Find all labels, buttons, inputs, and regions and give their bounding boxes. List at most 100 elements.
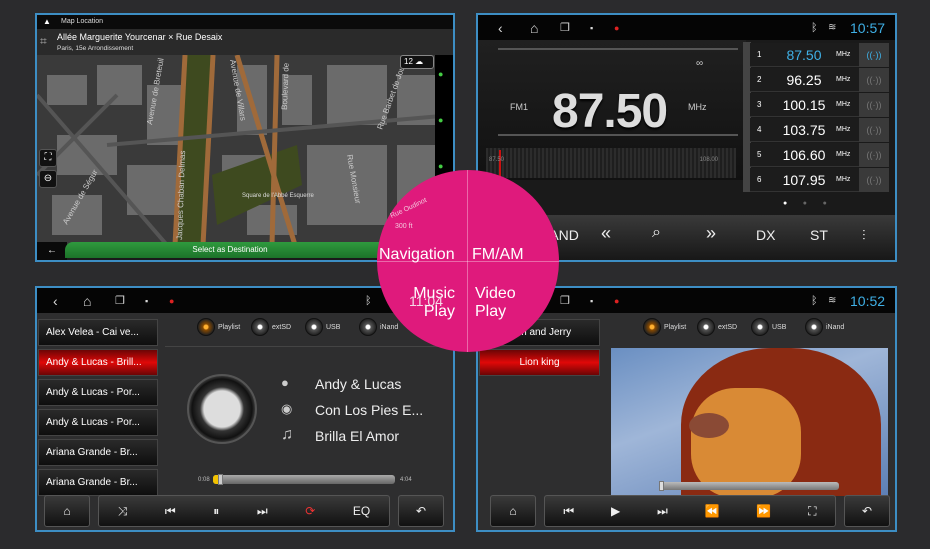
status-bar: ‹ ⌂ ❐ ▪ ● ᛒ ≋ 10:57	[478, 15, 895, 40]
next-icon[interactable]: ⏭	[657, 504, 668, 519]
source-tab[interactable]: extSD	[251, 318, 291, 336]
preset-number: 3	[757, 100, 762, 109]
back-icon[interactable]: ‹	[498, 20, 503, 36]
radio-button-icon[interactable]	[751, 318, 769, 336]
playlist-item[interactable]: Andy & Lucas - Brill...	[38, 349, 158, 376]
play-icon[interactable]: ▶	[611, 504, 620, 518]
radio-button-icon[interactable]	[251, 318, 269, 336]
preset-row[interactable]: 1 87.50 MHz ((·))	[750, 43, 889, 67]
recent-apps-icon[interactable]: ❐	[560, 294, 570, 307]
signal-icon[interactable]: ((·))	[859, 168, 889, 192]
frequency-display: 87.50 FM1 MHz ∞ 87.50 108.00	[478, 40, 746, 180]
home-icon[interactable]: ⌂	[530, 20, 538, 36]
tuning-scale[interactable]: 87.50 108.00	[486, 148, 736, 178]
radio-button-icon[interactable]	[197, 318, 215, 336]
signal-icon[interactable]: ((·))	[859, 68, 889, 92]
poi-restaurant-icon[interactable]: ●	[438, 69, 443, 79]
next-icon[interactable]: ⏭	[257, 504, 268, 519]
artist-icon: ●	[281, 375, 289, 390]
seek-forward-icon[interactable]: »	[706, 223, 716, 244]
screenshot-icon[interactable]: ▪	[590, 23, 593, 33]
fast-forward-icon[interactable]: ⏩	[756, 504, 771, 518]
previous-icon[interactable]: ⏮	[165, 504, 176, 519]
playlist-item[interactable]: Alex Velea - Cai ve...	[38, 319, 158, 346]
preset-row[interactable]: 5 106.60 MHz ((·))	[750, 143, 889, 167]
street-label: Boulevard de	[280, 62, 291, 110]
progress-bar[interactable]	[213, 474, 395, 485]
select-destination-button[interactable]: Select as Destination	[65, 242, 395, 258]
progress-thumb[interactable]	[659, 481, 664, 491]
music-transport: ⤨ ⏮ ⏸ ⏭ ⟳ EQ	[98, 495, 390, 527]
screenshot-icon[interactable]: ▪	[590, 296, 593, 306]
preset-unit: MHz	[836, 126, 851, 133]
fullscreen-icon[interactable]: ⛶	[808, 504, 816, 519]
shuffle-icon[interactable]: ⤨	[118, 504, 128, 519]
source-tab[interactable]: Playlist	[643, 318, 686, 336]
source-tab[interactable]: Playlist	[197, 318, 240, 336]
preset-unit: MHz	[836, 76, 851, 83]
repeat-icon[interactable]: ⟳	[305, 504, 315, 518]
return-button[interactable]: ↶	[844, 495, 890, 527]
radio-button-icon[interactable]	[305, 318, 323, 336]
equalizer-icon[interactable]: ⫶	[862, 227, 866, 244]
rewind-icon[interactable]: ⏪	[705, 504, 720, 518]
fullscreen-icon[interactable]: ⛶	[39, 149, 57, 167]
collapse-up-icon[interactable]: ▲	[43, 17, 51, 26]
search-icon[interactable]: ⌕	[652, 224, 661, 242]
source-label: USB	[772, 323, 787, 331]
wifi-icon: ≋	[828, 295, 837, 306]
st-button[interactable]: ST	[810, 227, 828, 243]
screenshot-icon[interactable]: ▪	[145, 296, 148, 306]
tuning-needle[interactable]	[499, 150, 501, 178]
source-tab[interactable]: iNand	[805, 318, 844, 336]
music-screen: ‹ ⌂ ❐ ▪ ● ᛒ 11:04 Alex Velea - Cai ve...…	[35, 286, 455, 532]
preset-frequency: 103.75	[782, 122, 826, 138]
radio-button-icon[interactable]	[359, 318, 377, 336]
radio-button-icon[interactable]	[697, 318, 715, 336]
signal-icon[interactable]: ((·))	[859, 118, 889, 142]
recent-apps-icon[interactable]: ❐	[560, 21, 570, 34]
signal-icon[interactable]: ((·))	[859, 43, 889, 67]
signal-icon[interactable]: ((·))	[859, 93, 889, 117]
home-icon[interactable]: ⌂	[83, 293, 91, 309]
zoom-out-icon[interactable]: ⊖	[39, 170, 57, 188]
source-tab[interactable]: USB	[305, 318, 340, 336]
video-frame[interactable]	[611, 348, 888, 496]
source-tab[interactable]: USB	[751, 318, 786, 336]
source-label: USB	[326, 323, 341, 331]
street-name: Allée Marguerite Yourcenar × Rue Desaix	[57, 32, 223, 42]
preset-row[interactable]: 3 100.15 MHz ((·))	[750, 93, 889, 117]
playlist-item[interactable]: Ariana Grande - Br...	[38, 439, 158, 466]
distance-label: 300 ft	[395, 223, 413, 230]
signal-icon[interactable]: ((·))	[859, 143, 889, 167]
home-button[interactable]: ⌂	[44, 495, 90, 527]
poi-hotel-icon[interactable]: ●	[438, 161, 443, 171]
source-tab[interactable]: extSD	[697, 318, 737, 336]
home-button[interactable]: ⌂	[490, 495, 536, 527]
video-progress-bar[interactable]	[659, 481, 839, 491]
playlist-item[interactable]: Andy & Lucas - Por...	[38, 409, 158, 436]
playlist-item[interactable]: Ariana Grande - Br...	[38, 469, 158, 496]
dx-button[interactable]: DX	[756, 227, 775, 243]
pause-icon[interactable]: ⏸	[213, 504, 219, 519]
source-label: Playlist	[218, 323, 241, 331]
back-icon[interactable]: ‹	[53, 293, 58, 309]
back-arrow-icon[interactable]: ←	[37, 242, 67, 260]
zoom-badge[interactable]: 12 ☁	[400, 55, 434, 69]
progress-thumb[interactable]	[218, 474, 224, 485]
source-tab[interactable]: iNand	[359, 318, 398, 336]
poi-money-icon[interactable]: ●	[438, 115, 443, 125]
seek-back-icon[interactable]: «	[601, 223, 611, 244]
preset-row[interactable]: 6 107.95 MHz ((·))	[750, 168, 889, 192]
preset-row[interactable]: 2 96.25 MHz ((·))	[750, 68, 889, 92]
playlist-item[interactable]: Andy & Lucas - Por...	[38, 379, 158, 406]
playlist-item[interactable]: Lion king	[479, 349, 600, 376]
recent-apps-icon[interactable]: ❐	[115, 294, 125, 307]
radio-button-icon[interactable]	[805, 318, 823, 336]
eq-button[interactable]: EQ	[353, 504, 370, 518]
return-button[interactable]: ↶	[398, 495, 444, 527]
preset-unit: MHz	[836, 151, 851, 158]
radio-button-icon[interactable]	[643, 318, 661, 336]
preset-row[interactable]: 4 103.75 MHz ((·))	[750, 118, 889, 142]
previous-icon[interactable]: ⏮	[563, 504, 574, 519]
